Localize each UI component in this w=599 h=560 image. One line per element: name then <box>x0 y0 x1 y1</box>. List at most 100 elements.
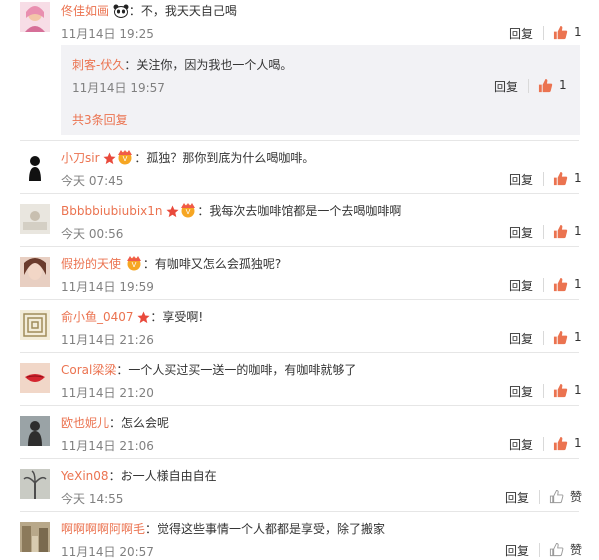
reply-button[interactable]: 回复 <box>505 542 529 559</box>
like-count: 1 <box>574 436 582 450</box>
comment-author[interactable]: 佟佳如画 <box>61 4 109 18</box>
comment-time: 11月14日 19:59 <box>61 280 154 294</box>
avatar[interactable] <box>20 522 50 552</box>
like-button[interactable]: 1 <box>538 77 567 93</box>
like-button[interactable]: 1 <box>553 382 582 398</box>
row-divider <box>20 458 579 459</box>
reply-button[interactable]: 回复 <box>509 224 533 241</box>
thumbs-up-icon <box>553 436 568 451</box>
thumbs-up-icon <box>553 277 568 292</box>
more-replies-link[interactable]: 共3条回复 <box>72 111 128 128</box>
like-count: 1 <box>559 78 567 92</box>
comment-text: ：享受啊! <box>150 310 204 324</box>
vip-badge-icon: V <box>125 256 143 274</box>
thumbs-up-icon <box>549 542 564 557</box>
thumbs-up-icon <box>538 78 553 93</box>
like-button[interactable]: 赞 <box>549 488 582 504</box>
comment-author[interactable]: 俞小鱼_0407 <box>61 310 134 324</box>
comment-author[interactable]: 小刀sir <box>61 151 100 165</box>
comment-text: ：关注你，因为我也一个人喝。 <box>124 58 293 72</box>
avatar[interactable] <box>20 310 50 340</box>
comment-time: 今天 07:45 <box>61 174 124 188</box>
reply-button[interactable]: 回复 <box>505 489 529 506</box>
like-button[interactable]: 1 <box>553 435 582 451</box>
star-badge-icon <box>103 152 116 168</box>
comment-author[interactable]: Coral梁梁 <box>61 363 116 377</box>
reply-button[interactable]: 回复 <box>509 383 533 400</box>
like-button[interactable]: 1 <box>553 170 582 186</box>
row-divider <box>20 246 579 247</box>
comment-text: ：觉得这些事情一个人都都是享受，除了搬家 <box>145 522 386 536</box>
divider <box>543 331 544 345</box>
comment-author[interactable]: 刺客-伏久 <box>72 58 124 72</box>
thumbs-up-icon <box>549 489 564 504</box>
comment-time: 11月14日 21:06 <box>61 439 154 453</box>
divider <box>543 172 544 186</box>
comment-author[interactable]: 假扮的天使 <box>61 257 121 271</box>
row-divider <box>20 352 579 353</box>
like-button[interactable]: 1 <box>553 329 582 345</box>
comment-author[interactable]: Bbbbbiubiubix1n <box>61 204 163 218</box>
avatar[interactable] <box>20 416 50 446</box>
comment-author[interactable]: 啊啊啊啊阿啊毛 <box>61 522 145 536</box>
svg-text:V: V <box>131 261 136 269</box>
like-count: 1 <box>574 171 582 185</box>
like-button[interactable]: 1 <box>553 223 582 239</box>
like-label: 赞 <box>570 542 583 557</box>
vip-badge-icon: V <box>179 203 197 221</box>
row-divider <box>20 511 579 512</box>
divider <box>528 79 529 93</box>
svg-text:V: V <box>123 155 128 163</box>
thumbs-up-icon <box>553 383 568 398</box>
comment-text: ：孤独？那你到底为什么喝咖啡。 <box>134 151 315 165</box>
divider <box>543 26 544 40</box>
thumbs-up-icon <box>553 25 568 40</box>
reply-button[interactable]: 回复 <box>494 78 518 95</box>
divider <box>539 490 540 504</box>
like-button[interactable]: 1 <box>553 276 582 292</box>
comment-time: 今天 14:55 <box>61 492 124 506</box>
avatar[interactable] <box>20 204 50 234</box>
svg-text:V: V <box>186 208 191 216</box>
divider <box>543 384 544 398</box>
row-divider <box>20 193 579 194</box>
comment-author[interactable]: YeXin08 <box>61 469 109 483</box>
reply-button[interactable]: 回复 <box>509 25 533 42</box>
divider <box>543 437 544 451</box>
comment-text: ：一个人买过买一送一的咖啡，有咖啡就够了 <box>116 363 357 377</box>
comment-time: 今天 00:56 <box>61 227 124 241</box>
comment-time: 11月14日 20:57 <box>61 545 154 559</box>
avatar[interactable] <box>20 2 50 32</box>
vip-badge-icon: V <box>116 150 134 168</box>
like-button[interactable]: 1 <box>553 24 582 40</box>
row-divider <box>20 405 579 406</box>
comment-text: ：不，我天天自己喝 <box>128 4 237 18</box>
avatar[interactable] <box>20 363 50 393</box>
star-badge-icon <box>137 311 150 327</box>
avatar[interactable] <box>20 151 50 181</box>
comment-time: 11月14日 19:57 <box>72 81 165 95</box>
reply-button[interactable]: 回复 <box>509 277 533 294</box>
reply-button[interactable]: 回复 <box>509 330 533 347</box>
like-count: 1 <box>574 25 582 39</box>
sub-reply: 刺客-伏久：关注你，因为我也一个人喝。 <box>72 56 292 73</box>
reply-button[interactable]: 回复 <box>509 171 533 188</box>
comment-text: ：有咖啡又怎么会孤独呢? <box>142 257 282 271</box>
reply-button[interactable]: 回复 <box>509 436 533 453</box>
divider <box>539 543 540 557</box>
panda-emoji-icon <box>113 4 129 21</box>
comment-time: 11月14日 19:25 <box>61 27 154 41</box>
avatar[interactable] <box>20 257 50 287</box>
comment-author[interactable]: 欧也妮儿 <box>61 416 109 430</box>
comment-text: ：我每次去咖啡馆都是一个去喝咖啡啊 <box>197 204 402 218</box>
avatar[interactable] <box>20 469 50 499</box>
divider <box>543 225 544 239</box>
divider <box>543 278 544 292</box>
like-button[interactable]: 赞 <box>549 541 582 557</box>
comment-time: 11月14日 21:20 <box>61 386 154 400</box>
thumbs-up-icon <box>553 224 568 239</box>
comment-time: 11月14日 21:26 <box>61 333 154 347</box>
row-divider <box>20 140 579 141</box>
like-count: 1 <box>574 224 582 238</box>
comment-text: ：怎么会呢 <box>109 416 170 430</box>
